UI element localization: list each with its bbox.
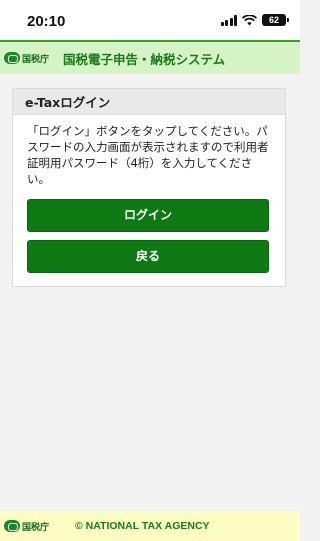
signal-icon xyxy=(220,14,237,26)
footer-logo: 国税庁 xyxy=(4,520,49,533)
wifi-icon xyxy=(242,14,257,25)
login-instructions: 「ログイン」ボタンをタップしてください。パスワードの入力画面が表示されますので利… xyxy=(27,124,269,186)
login-button[interactable]: ログイン xyxy=(27,199,269,232)
page-title: 国税電子申告・納税システム xyxy=(63,51,226,67)
status-time: 20:10 xyxy=(27,13,66,30)
nta-logo-icon xyxy=(4,52,20,64)
status-icons: 62 xyxy=(220,14,289,26)
back-button[interactable]: 戻る xyxy=(27,240,269,273)
footer-logo-icon xyxy=(4,520,20,532)
status-bar: 20:10 62 xyxy=(0,0,300,40)
card-title: e-Taxログイン xyxy=(13,89,285,115)
nta-logo-text: 国税庁 xyxy=(22,54,50,65)
site-header: 国税庁 国税電子申告・納税システム xyxy=(0,40,300,74)
login-card: e-Taxログイン 「ログイン」ボタンをタップしてください。パスワードの入力画面… xyxy=(12,88,286,287)
site-footer: 国税庁 © NATIONAL TAX AGENCY xyxy=(0,511,300,541)
footer-logo-text: 国税庁 xyxy=(22,522,50,533)
nta-logo: 国税庁 xyxy=(4,52,49,65)
copyright-text: © NATIONAL TAX AGENCY xyxy=(75,520,210,532)
battery-icon: 62 xyxy=(262,14,289,26)
